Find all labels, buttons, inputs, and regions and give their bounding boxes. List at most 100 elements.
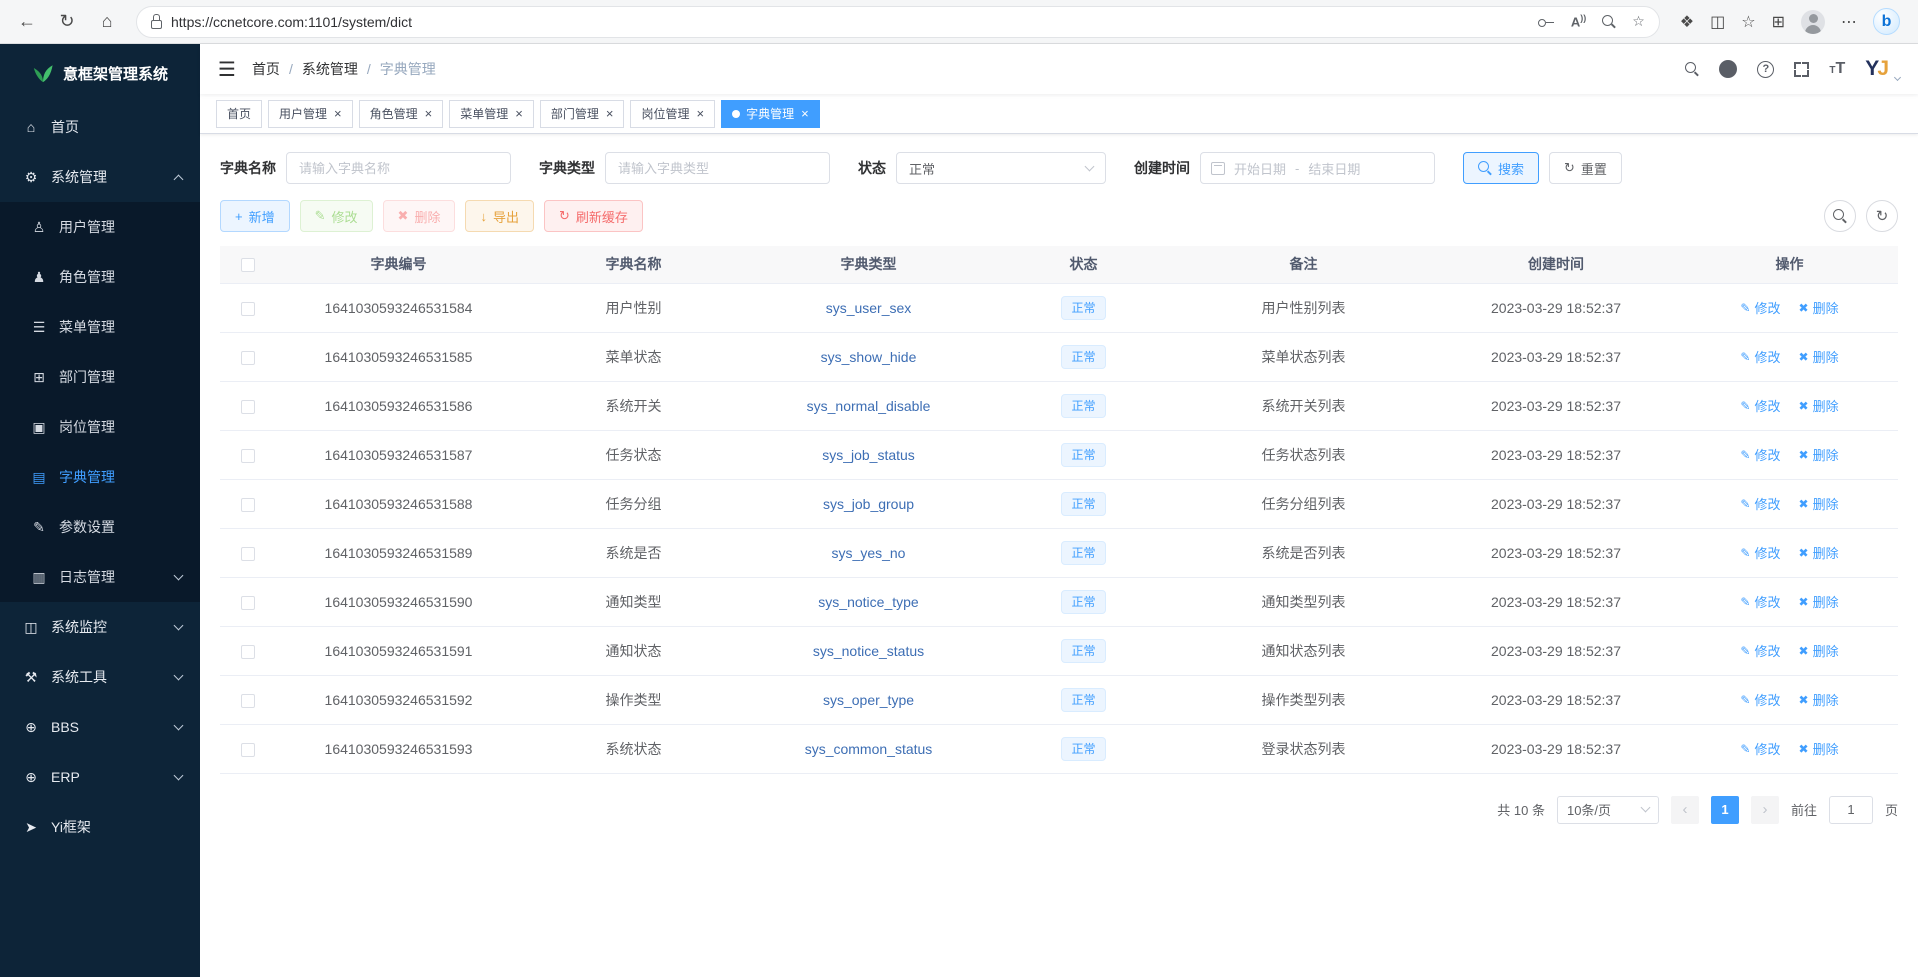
dict-type-link[interactable]: sys_user_sex bbox=[826, 300, 912, 316]
dict-type-link[interactable]: sys_oper_type bbox=[823, 692, 914, 708]
browser-back-button[interactable]: ← bbox=[10, 6, 44, 38]
tab-item[interactable]: 部门管理× bbox=[540, 100, 625, 128]
row-edit-button[interactable]: ✎修改 bbox=[1740, 347, 1780, 366]
dict-type-link[interactable]: sys_job_group bbox=[823, 496, 914, 512]
browser-profile-avatar[interactable] bbox=[1801, 10, 1825, 34]
help-icon[interactable]: ? bbox=[1757, 61, 1774, 78]
sidebar-item[interactable]: ▤字典管理 bbox=[0, 452, 200, 502]
row-delete-button[interactable]: ✖删除 bbox=[1799, 347, 1839, 366]
tab-close-icon[interactable]: × bbox=[334, 107, 342, 120]
row-delete-button[interactable]: ✖删除 bbox=[1799, 592, 1839, 611]
tab-close-icon[interactable]: × bbox=[425, 107, 433, 120]
row-checkbox[interactable] bbox=[241, 743, 255, 757]
row-checkbox[interactable] bbox=[241, 449, 255, 463]
browser-menu-icon[interactable]: ⋯ bbox=[1841, 12, 1857, 32]
search-icon[interactable] bbox=[1685, 62, 1699, 76]
row-delete-button[interactable]: ✖删除 bbox=[1799, 494, 1839, 513]
sidebar-item[interactable]: ♟角色管理 bbox=[0, 252, 200, 302]
row-edit-button[interactable]: ✎修改 bbox=[1740, 592, 1780, 611]
browser-refresh-button[interactable]: ↻ bbox=[50, 6, 84, 38]
delete-button[interactable]: ✖ 删除 bbox=[383, 200, 456, 232]
refresh-table-button[interactable]: ↻ bbox=[1866, 200, 1898, 232]
app-logo[interactable]: 意框架管理系统 bbox=[0, 44, 200, 102]
tab-close-icon[interactable]: × bbox=[606, 107, 614, 120]
tab-close-icon[interactable]: × bbox=[801, 107, 809, 120]
sidebar-item[interactable]: ◫系统监控 bbox=[0, 602, 200, 652]
favorites-icon[interactable]: ☆ bbox=[1741, 12, 1755, 32]
row-delete-button[interactable]: ✖删除 bbox=[1799, 543, 1839, 562]
add-button[interactable]: + 新增 bbox=[220, 200, 290, 232]
font-size-icon[interactable]: TT bbox=[1829, 60, 1845, 78]
address-bar[interactable]: https://ccnetcore.com:1101/system/dict A… bbox=[136, 6, 1660, 38]
date-range-picker[interactable]: 开始日期 - 结束日期 bbox=[1200, 152, 1435, 184]
breadcrumb-item[interactable]: 系统管理 bbox=[302, 59, 358, 79]
split-screen-icon[interactable]: ◫ bbox=[1710, 12, 1725, 32]
prev-page-button[interactable]: ‹ bbox=[1671, 796, 1699, 824]
row-edit-button[interactable]: ✎修改 bbox=[1740, 641, 1780, 660]
row-delete-button[interactable]: ✖删除 bbox=[1799, 739, 1839, 758]
row-delete-button[interactable]: ✖删除 bbox=[1799, 396, 1839, 415]
extensions-icon[interactable]: ❖ bbox=[1680, 12, 1694, 32]
browser-home-button[interactable]: ⌂ bbox=[90, 6, 124, 38]
sidebar-item[interactable]: ⚒系统工具 bbox=[0, 652, 200, 702]
sidebar-item[interactable]: ✎参数设置 bbox=[0, 502, 200, 552]
sidebar-item[interactable]: ▣岗位管理 bbox=[0, 402, 200, 452]
select-all-checkbox[interactable] bbox=[241, 258, 255, 272]
row-checkbox[interactable] bbox=[241, 547, 255, 561]
dict-type-link[interactable]: sys_notice_status bbox=[813, 643, 924, 659]
row-delete-button[interactable]: ✖删除 bbox=[1799, 445, 1839, 464]
password-key-icon[interactable] bbox=[1538, 14, 1555, 30]
edit-button[interactable]: ✎ 修改 bbox=[300, 200, 373, 232]
reset-button[interactable]: ↻ 重置 bbox=[1549, 152, 1622, 184]
row-edit-button[interactable]: ✎修改 bbox=[1740, 739, 1780, 758]
next-page-button[interactable]: › bbox=[1751, 796, 1779, 824]
collections-icon[interactable]: ⊞ bbox=[1772, 12, 1785, 32]
sidebar-item[interactable]: ♙用户管理 bbox=[0, 202, 200, 252]
row-checkbox[interactable] bbox=[241, 645, 255, 659]
tab-item[interactable]: 首页 bbox=[216, 100, 262, 128]
dict-type-link[interactable]: sys_show_hide bbox=[821, 349, 917, 365]
page-1-button[interactable]: 1 bbox=[1711, 796, 1739, 824]
sidebar-toggle-icon[interactable]: ☰ bbox=[218, 57, 236, 82]
read-aloud-icon[interactable]: A)) bbox=[1571, 13, 1586, 29]
export-button[interactable]: ↓ 导出 bbox=[465, 200, 534, 232]
row-edit-button[interactable]: ✎修改 bbox=[1740, 494, 1780, 513]
tab-active[interactable]: 字典管理× bbox=[721, 100, 820, 128]
row-delete-button[interactable]: ✖删除 bbox=[1799, 641, 1839, 660]
row-edit-button[interactable]: ✎修改 bbox=[1740, 298, 1780, 317]
sidebar-item[interactable]: ⊕ERP bbox=[0, 752, 200, 802]
dict-type-input[interactable] bbox=[605, 152, 830, 184]
row-delete-button[interactable]: ✖删除 bbox=[1799, 298, 1839, 317]
breadcrumb-item[interactable]: 首页 bbox=[252, 59, 280, 79]
page-size-select[interactable]: 10条/页 bbox=[1557, 796, 1659, 824]
row-checkbox[interactable] bbox=[241, 694, 255, 708]
bing-icon[interactable]: b bbox=[1873, 8, 1900, 35]
row-edit-button[interactable]: ✎修改 bbox=[1740, 690, 1780, 709]
sidebar-item[interactable]: ⚙系统管理 bbox=[0, 152, 200, 202]
tab-close-icon[interactable]: × bbox=[515, 107, 523, 120]
row-checkbox[interactable] bbox=[241, 596, 255, 610]
dict-type-link[interactable]: sys_job_status bbox=[822, 447, 915, 463]
row-edit-button[interactable]: ✎修改 bbox=[1740, 445, 1780, 464]
fullscreen-icon[interactable] bbox=[1794, 62, 1809, 77]
tab-close-icon[interactable]: × bbox=[696, 107, 704, 120]
row-checkbox[interactable] bbox=[241, 302, 255, 316]
dict-type-link[interactable]: sys_yes_no bbox=[832, 545, 906, 561]
status-select[interactable]: 正常 bbox=[896, 152, 1106, 184]
toggle-search-button[interactable] bbox=[1824, 200, 1856, 232]
row-edit-button[interactable]: ✎修改 bbox=[1740, 543, 1780, 562]
add-favorite-icon[interactable]: ☆ bbox=[1632, 13, 1645, 30]
user-logo[interactable]: YJ bbox=[1865, 57, 1887, 81]
refresh-cache-button[interactable]: ↻ 刷新缓存 bbox=[544, 200, 643, 232]
goto-page-input[interactable] bbox=[1829, 796, 1873, 824]
zoom-icon[interactable] bbox=[1602, 15, 1616, 29]
tab-item[interactable]: 菜单管理× bbox=[449, 100, 534, 128]
search-button[interactable]: 搜索 bbox=[1463, 152, 1539, 184]
dict-type-link[interactable]: sys_normal_disable bbox=[807, 398, 931, 414]
dict-type-link[interactable]: sys_notice_type bbox=[818, 594, 918, 610]
sidebar-item[interactable]: ➤Yi框架 bbox=[0, 802, 200, 852]
row-checkbox[interactable] bbox=[241, 400, 255, 414]
dict-name-input[interactable] bbox=[286, 152, 511, 184]
row-edit-button[interactable]: ✎修改 bbox=[1740, 396, 1780, 415]
row-checkbox[interactable] bbox=[241, 351, 255, 365]
